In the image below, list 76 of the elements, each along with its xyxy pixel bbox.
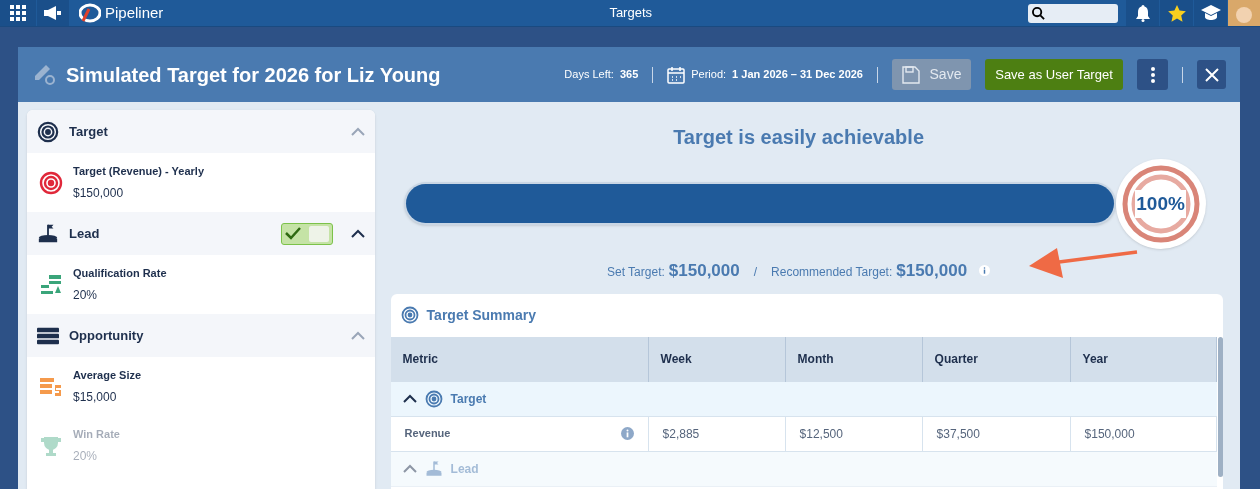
chevron-icon[interactable]: [402, 394, 417, 403]
section-title: Opportunity: [69, 326, 144, 345]
column-header: Month: [785, 336, 923, 382]
target-icon: [424, 389, 443, 408]
calendar-icon: [667, 65, 686, 84]
target-icon: [37, 120, 59, 143]
edit-settings-icon: [32, 63, 56, 86]
target-icon: [39, 170, 63, 195]
item-label: Qualification Rate: [73, 266, 167, 282]
bell-icon: [1134, 4, 1151, 22]
search-icon: [1032, 6, 1045, 20]
group-row[interactable]: Target: [390, 381, 1217, 417]
set-target-value: $150,000: [668, 260, 740, 282]
close-icon: [1204, 67, 1219, 82]
item-label: Average Size: [73, 368, 142, 384]
table-cell: $150,000: [1070, 416, 1217, 451]
table-cell: $2,885: [648, 416, 786, 451]
column-header: Metric: [390, 336, 649, 382]
star-icon: [1167, 4, 1186, 22]
search-field[interactable]: [1028, 3, 1118, 23]
megaphone-icon: [44, 6, 62, 20]
check-icon: [284, 227, 301, 240]
section-header[interactable]: Opportunity: [27, 314, 375, 357]
item-value: $150,000: [73, 184, 125, 202]
toggle-switch[interactable]: [280, 222, 333, 245]
progress-percent: 100%: [1135, 189, 1186, 219]
favorites-button[interactable]: [1160, 0, 1193, 26]
recommended-target-label: Recommended Target:: [771, 264, 893, 281]
table-cell: $12,500: [785, 416, 923, 451]
separator: /: [753, 264, 758, 281]
page-title: Targets: [609, 4, 652, 23]
graduation-cap-icon: [1200, 5, 1221, 21]
chevron-icon[interactable]: [350, 229, 365, 238]
flag-icon: [424, 459, 443, 478]
megaphone-button[interactable]: [37, 0, 69, 26]
section-title: Target: [69, 122, 108, 141]
item-label: Win Rate: [73, 427, 120, 443]
status-headline: Target is easily achievable: [673, 125, 924, 150]
period-value: 1 Jan 2026 – 31 Dec 2026: [732, 67, 863, 83]
list-icon: [37, 326, 59, 345]
flag-icon: [37, 222, 59, 245]
brand-name: Pipeliner: [105, 2, 164, 23]
section-title: Lead: [69, 224, 100, 243]
set-target-label: Set Target:: [607, 264, 665, 281]
section-header[interactable]: Target: [27, 110, 375, 153]
more-icon: [1150, 66, 1155, 83]
column-header: Week: [648, 336, 786, 382]
metric-name: Revenue: [404, 426, 451, 442]
info-icon[interactable]: [979, 265, 991, 276]
section-header[interactable]: Lead: [27, 212, 375, 255]
save-icon: [901, 65, 920, 84]
more-options-button[interactable]: [1137, 59, 1168, 90]
summary-title: Target Summary: [426, 305, 537, 325]
item-label: Target (Revenue) - Yearly: [73, 164, 205, 180]
days-left-label: Days Left:: [564, 67, 614, 83]
recommended-target-value: $150,000: [896, 260, 968, 282]
item-value: 20%: [73, 286, 99, 304]
column-header: Quarter: [922, 336, 1071, 382]
close-button[interactable]: [1197, 60, 1226, 89]
table-cell: $37,500: [922, 416, 1071, 451]
academy-button[interactable]: [1194, 0, 1227, 26]
group-title: Target: [450, 390, 487, 408]
logo-icon: [79, 3, 101, 23]
dialog-title: Simulated Target for 2026 for Liz Young: [66, 62, 441, 88]
save-as-user-target-button[interactable]: Save as User Target: [985, 59, 1123, 90]
item-value: 20%: [73, 447, 99, 465]
notifications-button[interactable]: [1126, 0, 1159, 26]
apps-grid-button[interactable]: [0, 0, 36, 26]
days-left-value: 365: [619, 67, 639, 83]
scrollbar[interactable]: [1217, 336, 1223, 477]
apps-grid-icon: [10, 5, 26, 21]
target-icon: [400, 306, 419, 324]
period-label: Period:: [691, 67, 727, 83]
item-value: $15,000: [73, 388, 118, 406]
column-header: Year: [1070, 336, 1217, 382]
group-title: Lead: [450, 460, 479, 478]
